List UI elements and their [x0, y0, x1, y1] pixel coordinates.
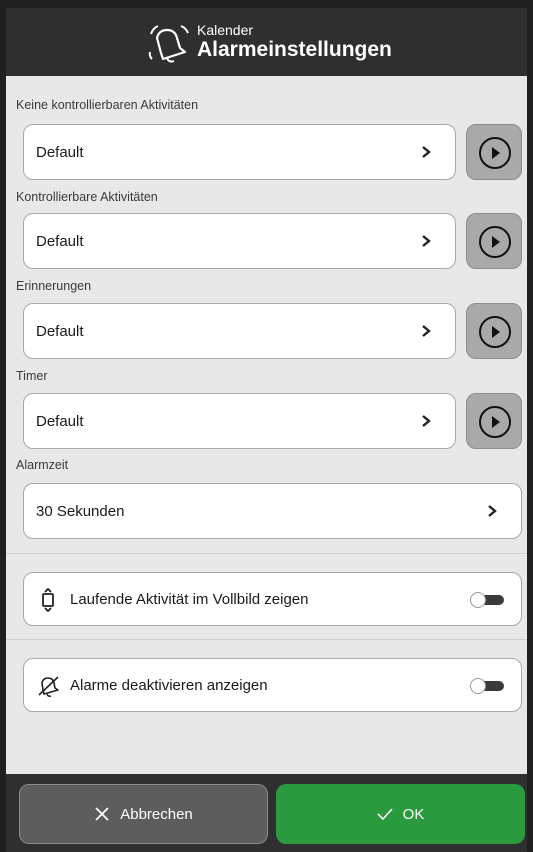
chevron-right-icon: [422, 325, 431, 337]
ok-label: OK: [402, 805, 425, 823]
play-button-timer[interactable]: [466, 393, 522, 449]
select-value: 30 Sekunden: [36, 503, 125, 520]
play-button-non-controllable[interactable]: [466, 124, 522, 180]
toggle-row-fullscreen[interactable]: Laufende Aktivität im Vollbild zeigen: [23, 572, 522, 626]
sound-select-controllable[interactable]: Default: [23, 213, 456, 269]
header-subtitle: Kalender: [197, 22, 254, 38]
header: Kalender Alarmeinstellungen: [6, 8, 527, 76]
page-title: Alarmeinstellungen: [197, 38, 392, 61]
divider: [6, 639, 527, 640]
section-label-reminders: Erinnerungen: [16, 279, 92, 293]
cancel-button[interactable]: Abbrechen: [19, 784, 268, 844]
fullscreen-icon: [42, 588, 54, 612]
chevron-right-icon: [488, 505, 497, 517]
cancel-label: Abbrechen: [120, 805, 193, 823]
section-label-alarm-time: Alarmzeit: [16, 458, 69, 472]
section-label-non-controllable: Keine kontrollierbaren Aktivitäten: [16, 98, 199, 112]
disable-alarms-switch[interactable]: [470, 678, 504, 694]
check-icon: [377, 808, 393, 821]
alarm-settings-screen: Kalender Alarmeinstellungen Keine kontro…: [6, 8, 527, 852]
fullscreen-switch[interactable]: [470, 592, 504, 608]
section-label-timer: Timer: [16, 369, 48, 383]
sound-select-timer[interactable]: Default: [23, 393, 456, 449]
play-button-reminders[interactable]: [466, 303, 522, 359]
select-value: Default: [36, 144, 84, 161]
sound-select-non-controllable[interactable]: Default: [23, 124, 456, 180]
chevron-right-icon: [422, 415, 431, 427]
play-icon: [479, 316, 511, 348]
section-label-controllable: Kontrollierbare Aktivitäten: [16, 190, 158, 204]
toggle-label: Alarme deaktivieren anzeigen: [70, 677, 268, 694]
alarm-time-select[interactable]: 30 Sekunden: [23, 483, 522, 539]
play-icon: [479, 406, 511, 438]
toggle-row-disable-alarms[interactable]: Alarme deaktivieren anzeigen: [23, 658, 522, 712]
toggle-label: Laufende Aktivität im Vollbild zeigen: [70, 591, 309, 608]
play-button-controllable[interactable]: [466, 213, 522, 269]
ok-button[interactable]: OK: [276, 784, 525, 844]
play-icon: [479, 226, 511, 258]
select-value: Default: [36, 323, 84, 340]
select-value: Default: [36, 233, 84, 250]
chevron-right-icon: [422, 235, 431, 247]
select-value: Default: [36, 413, 84, 430]
switch-knob: [470, 678, 486, 694]
chevron-right-icon: [422, 146, 431, 158]
footer: Abbrechen OK: [6, 774, 527, 852]
sound-select-reminders[interactable]: Default: [23, 303, 456, 359]
bell-off-icon: [38, 676, 59, 697]
switch-knob: [470, 592, 486, 608]
play-icon: [479, 137, 511, 169]
close-icon: [95, 807, 109, 821]
divider: [6, 553, 527, 554]
bell-icon: [148, 25, 189, 63]
